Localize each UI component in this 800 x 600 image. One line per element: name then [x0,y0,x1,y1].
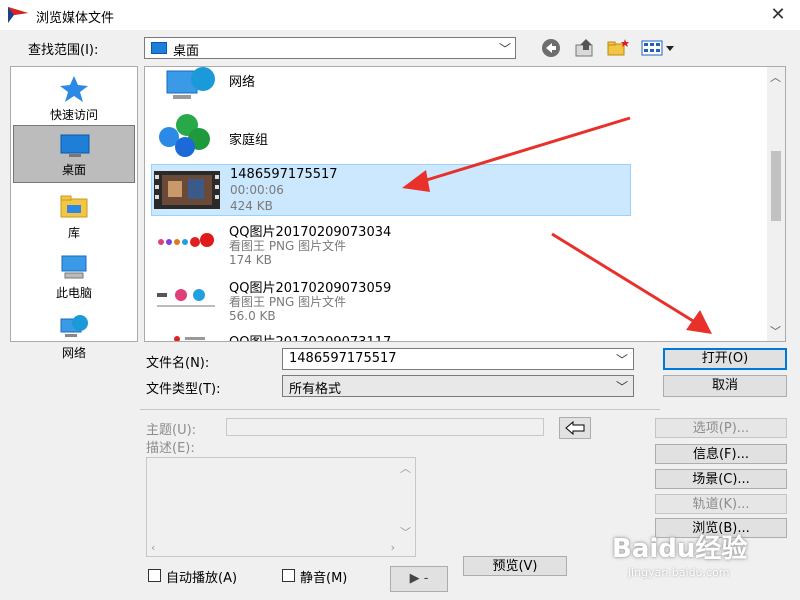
place-label: 网络 [61,346,86,360]
title-bar: 浏览媒体文件 ✕ [0,0,800,30]
filename-label: 文件名(N): [146,356,210,371]
window-title: 浏览媒体文件 [36,11,115,26]
divider [140,409,660,410]
place-desktop[interactable]: 桌面 [13,125,135,183]
back-arrow-button[interactable] [559,417,591,439]
lookin-value: 桌面 [173,44,200,59]
desktop-icon [151,42,167,54]
chevron-down-icon: ﹀ [615,380,628,394]
scroll-up-icon[interactable]: ︿ [770,69,781,85]
description-label: 描述(E): [146,441,195,456]
view-menu-icon[interactable] [640,37,678,59]
place-label: 库 [67,226,80,240]
file-name: QQ图片20170209073117 [229,331,391,341]
baidu-watermark-url: jingyan.baidu.com [628,566,730,579]
new-folder-icon[interactable] [606,37,630,59]
scroll-left-icon: ‹ [151,541,156,554]
info-button[interactable]: 信息(F)... [655,444,787,464]
file-type: 看图王 PNG 图片文件 [229,295,347,309]
filetype-label: 文件类型(T): [146,382,221,397]
autoplay-checkbox[interactable] [148,569,161,582]
place-library[interactable]: 库 [13,187,135,245]
place-label: 快速访问 [49,108,98,122]
chevron-down-icon[interactable]: ﹀ [616,351,628,368]
file-type: 看图王 PNG 图片文件 [229,239,347,253]
mute-label: 静音(M) [300,571,348,586]
png-thumbnail-icon [153,285,219,315]
star-icon [60,76,88,102]
network-icon [60,315,88,337]
file-size: 56.0 KB [229,309,276,323]
close-button[interactable]: ✕ [766,4,790,26]
places-bar: 快速访问 桌面 库 此电脑 网络 [10,66,138,360]
scroll-down-icon: ﹀ [400,526,411,539]
scroll-up-icon: ︿ [400,462,411,475]
annotation-arrows [402,116,712,334]
left-arrow-icon [565,420,585,436]
lookin-dropdown[interactable]: 桌面 ﹀ [144,37,516,59]
open-button[interactable]: 打开(O) [663,348,787,370]
track-button[interactable]: 轨道(K)... [655,494,787,514]
play-button[interactable]: ▶ - [390,566,448,592]
file-size: 174 KB [229,253,272,267]
library-folder-icon [60,195,88,218]
desktop-icon [60,134,90,157]
baidu-watermark-logo: Baidu经验 [612,534,748,564]
file-name: 网络 [229,75,256,90]
scene-button[interactable]: 场景(C)... [655,469,787,489]
app-flag-icon [8,7,28,23]
place-network[interactable]: 网络 [13,307,135,365]
filename-input[interactable]: 1486597175517 ﹀ [282,348,634,370]
filetype-value: 所有格式 [289,382,342,397]
mute-checkbox[interactable] [282,569,295,582]
place-this-pc[interactable]: 此电脑 [13,247,135,305]
options-button[interactable]: 选项(P)... [655,418,787,438]
cancel-button[interactable]: 取消 [663,375,787,397]
back-icon[interactable] [540,37,562,59]
subject-field [226,418,544,436]
filetype-dropdown[interactable]: 所有格式 ﹀ [282,375,634,397]
up-folder-icon[interactable] [574,37,596,59]
subject-label: 主题(U): [146,423,197,438]
network-globe-icon [166,67,215,99]
place-label: 此电脑 [55,286,92,300]
preview-button[interactable]: 预览(V) [463,556,567,576]
computer-icon [61,255,87,279]
chevron-down-icon: ﹀ [498,42,511,56]
video-thumbnail-icon [154,171,220,209]
file-size: 424 KB [230,199,273,213]
file-name: 1486597175517 [230,167,338,182]
list-item[interactable]: 网络 [151,67,631,111]
filename-value: 1486597175517 [289,351,397,366]
autoplay-label: 自动播放(A) [166,571,238,586]
place-quick-access[interactable]: 快速访问 [13,69,135,127]
png-thumbnail-icon [174,336,205,341]
lookin-label: 查找范围(I): [28,43,99,58]
file-name: 家庭组 [229,133,269,148]
homegroup-icon [159,114,210,157]
scroll-right-icon: › [390,541,395,554]
description-area: ︿ ﹀ ‹ › [146,457,416,557]
png-thumbnail-icon [153,233,219,251]
file-duration: 00:00:06 [230,183,284,197]
place-label: 桌面 [61,163,86,177]
